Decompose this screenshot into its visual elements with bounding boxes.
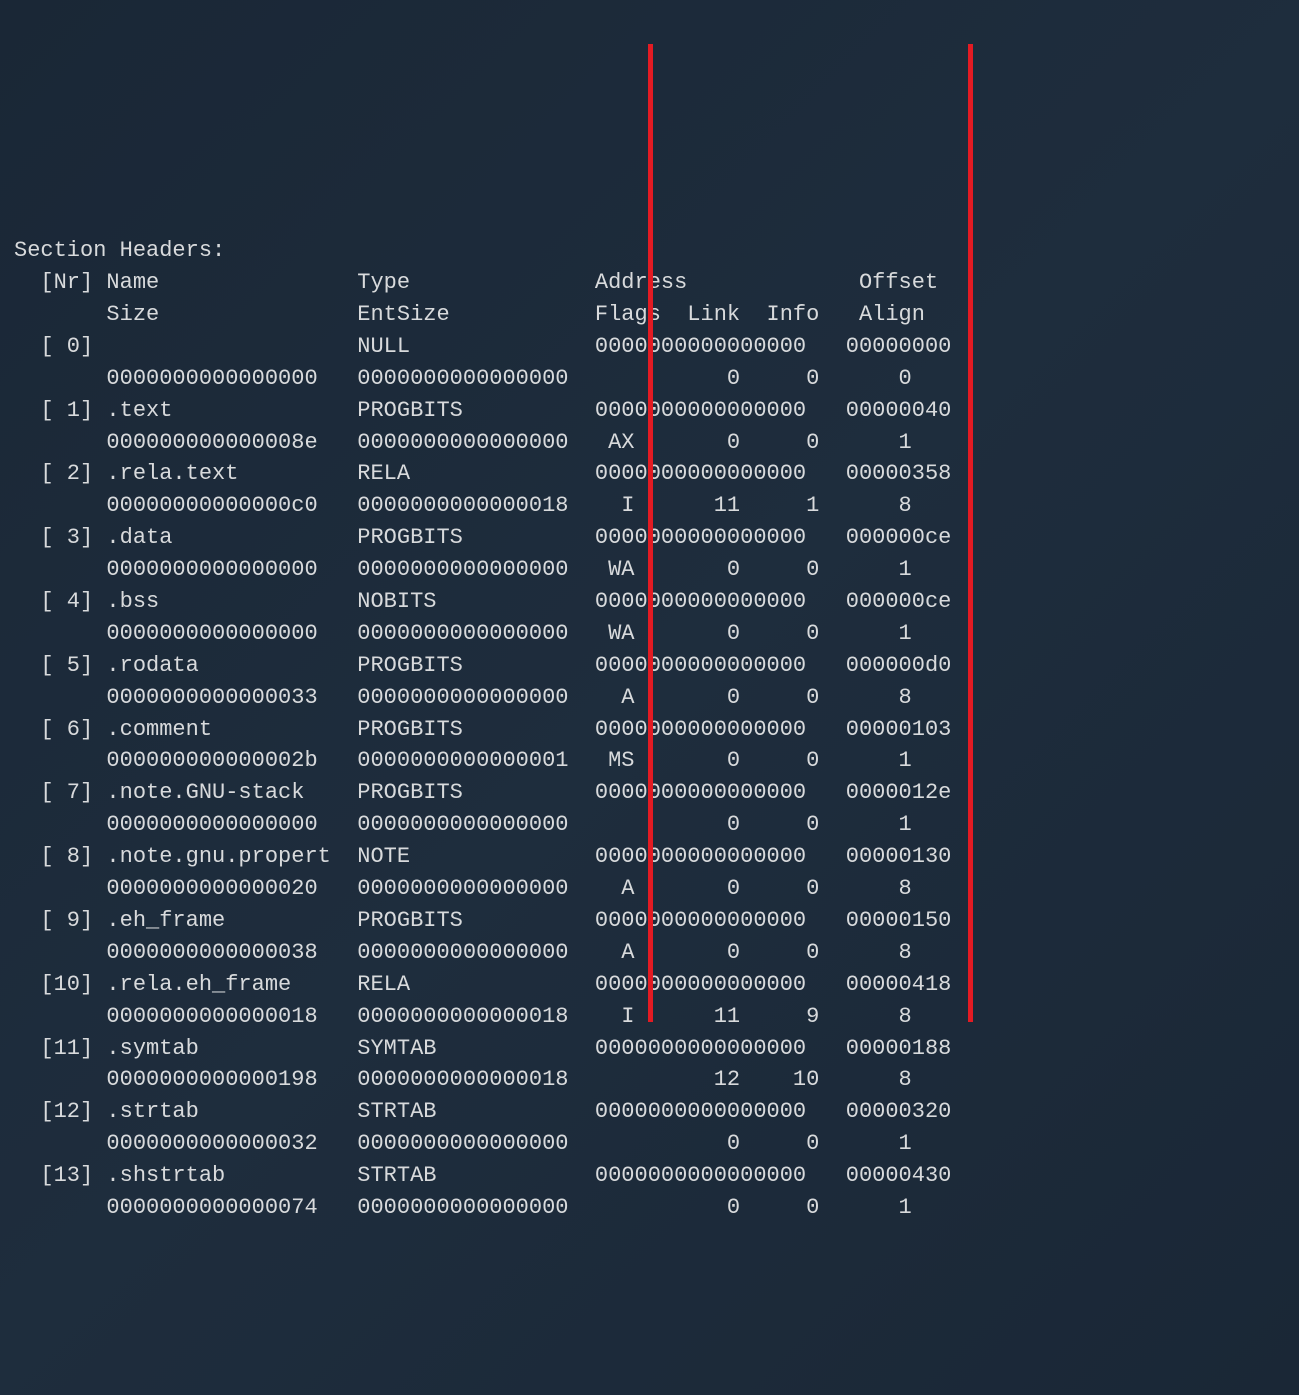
section-row-10-line2: 0000000000000018 0000000000000018 I 11 9… bbox=[14, 1004, 912, 1029]
section-row-4-line2: 0000000000000000 0000000000000000 WA 0 0… bbox=[14, 621, 912, 646]
section-row-1-line2: 000000000000008e 0000000000000000 AX 0 0… bbox=[14, 430, 912, 455]
section-row-3-line2: 0000000000000000 0000000000000000 WA 0 0… bbox=[14, 557, 912, 582]
section-row-11-line1: [11] .symtab SYMTAB 0000000000000000 000… bbox=[14, 1036, 951, 1061]
section-row-0-line2: 0000000000000000 0000000000000000 0 0 0 bbox=[14, 366, 912, 391]
highlight-line-offset bbox=[968, 44, 973, 1022]
section-row-4-line1: [ 4] .bss NOBITS 0000000000000000 000000… bbox=[14, 589, 951, 614]
section-row-5-line1: [ 5] .rodata PROGBITS 0000000000000000 0… bbox=[14, 653, 951, 678]
section-row-6-line1: [ 6] .comment PROGBITS 0000000000000000 … bbox=[14, 717, 951, 742]
section-row-1-line1: [ 1] .text PROGBITS 0000000000000000 000… bbox=[14, 398, 951, 423]
section-row-5-line2: 0000000000000033 0000000000000000 A 0 0 … bbox=[14, 685, 912, 710]
section-row-2-line1: [ 2] .rela.text RELA 0000000000000000 00… bbox=[14, 461, 951, 486]
highlight-line-address bbox=[648, 44, 653, 1022]
section-row-9-line1: [ 9] .eh_frame PROGBITS 0000000000000000… bbox=[14, 908, 951, 933]
section-row-11-line2: 0000000000000198 0000000000000018 12 10 … bbox=[14, 1067, 912, 1092]
header-row-2: Size EntSize Flags Link Info Align bbox=[14, 302, 925, 327]
title: Section Headers: bbox=[14, 238, 225, 263]
section-row-9-line2: 0000000000000038 0000000000000000 A 0 0 … bbox=[14, 940, 912, 965]
section-row-10-line1: [10] .rela.eh_frame RELA 000000000000000… bbox=[14, 972, 951, 997]
section-row-3-line1: [ 3] .data PROGBITS 0000000000000000 000… bbox=[14, 525, 951, 550]
section-row-12-line2: 0000000000000032 0000000000000000 0 0 1 bbox=[14, 1131, 912, 1156]
header-row-1: [Nr] Name Type Address Offset bbox=[14, 270, 965, 295]
section-row-6-line2: 000000000000002b 0000000000000001 MS 0 0… bbox=[14, 748, 912, 773]
section-row-2-line2: 00000000000000c0 0000000000000018 I 11 1… bbox=[14, 493, 912, 518]
section-row-7-line2: 0000000000000000 0000000000000000 0 0 1 bbox=[14, 812, 912, 837]
section-row-13-line2: 0000000000000074 0000000000000000 0 0 1 bbox=[14, 1195, 912, 1220]
section-row-8-line2: 0000000000000020 0000000000000000 A 0 0 … bbox=[14, 876, 912, 901]
section-row-8-line1: [ 8] .note.gnu.propert NOTE 000000000000… bbox=[14, 844, 951, 869]
section-row-0-line1: [ 0] NULL 0000000000000000 00000000 bbox=[14, 334, 951, 359]
section-row-7-line1: [ 7] .note.GNU-stack PROGBITS 0000000000… bbox=[14, 780, 951, 805]
section-row-13-line1: [13] .shstrtab STRTAB 0000000000000000 0… bbox=[14, 1163, 951, 1188]
